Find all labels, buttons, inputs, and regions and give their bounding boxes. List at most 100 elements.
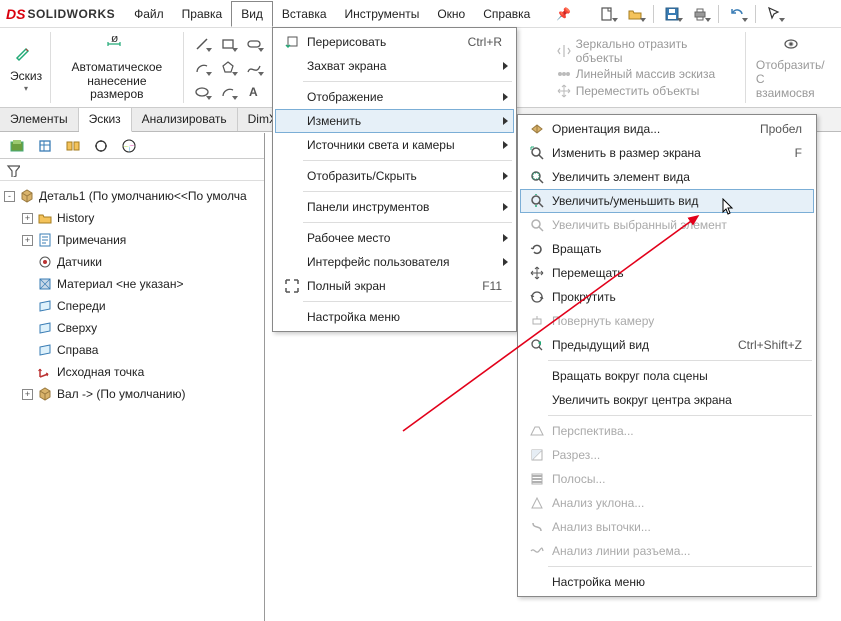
- main-menus: Файл Правка Вид Вставка Инструменты Окно…: [125, 0, 580, 27]
- tree-filter[interactable]: [0, 159, 264, 181]
- sketch-label: Эскиз: [10, 70, 42, 84]
- plane-icon: [37, 342, 53, 358]
- move-entities-tool[interactable]: Переместить объекты: [556, 83, 737, 99]
- menu-item-label: Отобразить/Скрыть: [303, 169, 499, 183]
- submenu-arrow-icon: [503, 93, 508, 101]
- linear-pattern-tool[interactable]: Линейный массив эскиза: [556, 66, 737, 82]
- tree-annotations[interactable]: +Примечания: [4, 229, 260, 251]
- select-button[interactable]: [761, 3, 787, 25]
- menu-item: Анализ уклона...: [520, 491, 814, 515]
- dimxpert-manager-tab[interactable]: [88, 135, 114, 157]
- fullscreen-icon: [281, 278, 303, 294]
- fillet-tool[interactable]: [216, 81, 240, 103]
- menu-item[interactable]: Отобразить/Скрыть: [275, 164, 514, 188]
- menu-shortcut: Ctrl+Shift+Z: [738, 338, 808, 352]
- line-tool[interactable]: [190, 33, 214, 55]
- show-label: Отобразить/Свзаимосвя: [756, 58, 833, 100]
- menu-item-label: Анализ выточки...: [548, 520, 808, 534]
- configuration-manager-tab[interactable]: [60, 135, 86, 157]
- menu-item-label: Разрез...: [548, 448, 808, 462]
- tree-derived-part[interactable]: +Вал -> (По умолчанию): [4, 383, 260, 405]
- tree-material[interactable]: Материал <не указан>: [4, 273, 260, 295]
- save-button[interactable]: [659, 3, 685, 25]
- menu-window[interactable]: Окно: [428, 0, 474, 27]
- polygon-tool[interactable]: [216, 57, 240, 79]
- tree-sensors[interactable]: Датчики: [4, 251, 260, 273]
- menu-item[interactable]: Захват экрана: [275, 54, 514, 78]
- part-icon: [37, 386, 53, 402]
- menu-insert[interactable]: Вставка: [273, 0, 336, 27]
- dimension-icon: [106, 33, 128, 61]
- tree-root[interactable]: -Деталь1 (По умолчанию<<По умолча: [4, 185, 260, 207]
- plane-icon: [37, 320, 53, 336]
- tab-evaluate[interactable]: Анализировать: [132, 108, 238, 131]
- menu-item[interactable]: Настройка меню: [520, 570, 814, 594]
- arc-tool[interactable]: [190, 57, 214, 79]
- rectangle-tool[interactable]: [216, 33, 240, 55]
- menu-item-label: Увеличить элемент вида: [548, 170, 808, 184]
- ellipse-tool[interactable]: [190, 81, 214, 103]
- orient-icon: [526, 121, 548, 137]
- menu-edit[interactable]: Правка: [173, 0, 232, 27]
- annotation-arrow: [393, 211, 713, 441]
- menu-item-label: Анализ линии разъема...: [548, 544, 808, 558]
- fit-icon: [526, 145, 548, 161]
- tab-features[interactable]: Элементы: [0, 108, 79, 131]
- menu-item[interactable]: ПерерисоватьCtrl+R: [275, 30, 514, 54]
- slot-tool[interactable]: [242, 33, 266, 55]
- menu-tools[interactable]: Инструменты: [336, 0, 429, 27]
- feature-tree-tab[interactable]: [4, 135, 30, 157]
- sketch-tool[interactable]: Эскиз ▾: [4, 28, 48, 107]
- menu-item-label: Изменить в размер экрана: [548, 146, 795, 160]
- menu-pin-icon[interactable]: 📌: [547, 0, 580, 27]
- menu-item[interactable]: Отображение: [275, 85, 514, 109]
- panel-tabs: [0, 133, 264, 159]
- display-manager-tab[interactable]: [116, 135, 142, 157]
- menu-item-label: Перерисовать: [303, 35, 468, 49]
- menu-shortcut: Ctrl+R: [468, 35, 508, 49]
- menu-item: Анализ линии разъема...: [520, 539, 814, 563]
- tree-origin[interactable]: Исходная точка: [4, 361, 260, 383]
- menu-item: Полосы...: [520, 467, 814, 491]
- menu-item: Разрез...: [520, 443, 814, 467]
- open-button[interactable]: [622, 3, 648, 25]
- menu-item[interactable]: Источники света и камеры: [275, 133, 514, 157]
- menu-item[interactable]: Изменить: [275, 109, 514, 133]
- submenu-arrow-icon: [503, 203, 508, 211]
- menu-item[interactable]: Увеличить/уменьшить вид: [520, 189, 814, 213]
- submenu-arrow-icon: [503, 172, 508, 180]
- property-manager-tab[interactable]: [32, 135, 58, 157]
- menu-view[interactable]: Вид: [231, 1, 273, 27]
- tree-front-plane[interactable]: Спереди: [4, 295, 260, 317]
- part-icon: [19, 188, 35, 204]
- menu-item-label: Ориентация вида...: [548, 122, 760, 136]
- menu-item-label: Изменить: [303, 114, 499, 128]
- sketch-tools-group: Зеркально отразить объекты Линейный масс…: [550, 28, 743, 107]
- tree-right-plane[interactable]: Справа: [4, 339, 260, 361]
- sensor-icon: [37, 254, 53, 270]
- menu-item[interactable]: Ориентация вида...Пробел: [520, 117, 814, 141]
- separator: [303, 191, 512, 192]
- show-relations-tool[interactable]: Отобразить/Свзаимосвя: [748, 28, 841, 107]
- print-button[interactable]: [687, 3, 713, 25]
- menu-file[interactable]: Файл: [125, 0, 173, 27]
- text-tool[interactable]: [242, 81, 266, 103]
- new-button[interactable]: [594, 3, 620, 25]
- plane-icon: [37, 298, 53, 314]
- undercut-icon: [526, 519, 548, 535]
- spline-tool[interactable]: [242, 57, 266, 79]
- note-icon: [37, 232, 53, 248]
- autodim-tool[interactable]: Автоматическоенанесение размеров: [53, 28, 181, 107]
- quick-access-toolbar: [594, 0, 787, 27]
- tree-history[interactable]: +History: [4, 207, 260, 229]
- menu-help[interactable]: Справка: [474, 0, 539, 27]
- menu-item[interactable]: Увеличить элемент вида: [520, 165, 814, 189]
- tree-top-plane[interactable]: Сверху: [4, 317, 260, 339]
- feature-tree: -Деталь1 (По умолчанию<<По умолча +Histo…: [0, 181, 264, 409]
- mirror-tool[interactable]: Зеркально отразить объекты: [556, 37, 737, 65]
- undo-button[interactable]: [724, 3, 750, 25]
- separator: [718, 5, 719, 23]
- menu-item[interactable]: Изменить в размер экранаF: [520, 141, 814, 165]
- tab-sketch[interactable]: Эскиз: [79, 108, 132, 132]
- mouse-cursor: [721, 198, 737, 219]
